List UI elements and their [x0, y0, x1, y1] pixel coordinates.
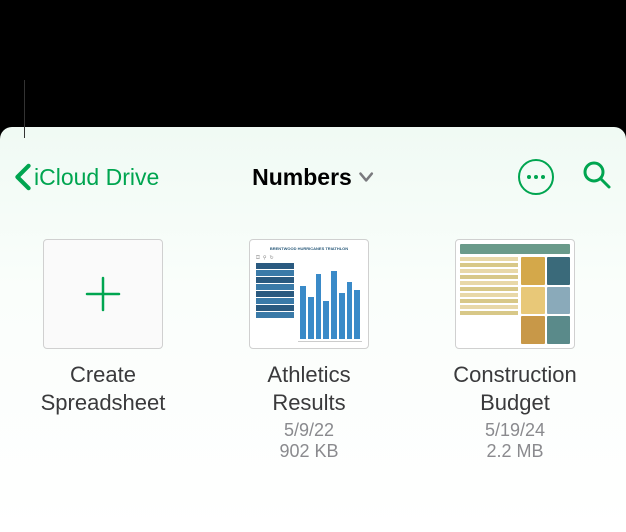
document-thumbnail[interactable]	[455, 239, 575, 349]
item-date: 5/9/22	[284, 420, 334, 441]
documents-grid: Create Spreadsheet BRENTWOOD HURRICANES …	[0, 199, 626, 462]
back-button[interactable]: iCloud Drive	[14, 163, 159, 191]
item-label: Construction Budget	[440, 361, 590, 416]
search-icon	[582, 160, 612, 190]
callout-line	[24, 80, 25, 138]
more-button[interactable]	[518, 159, 554, 195]
back-label: iCloud Drive	[34, 164, 159, 191]
document-item[interactable]: Construction Budget 5/19/24 2.2 MB	[440, 239, 590, 462]
plus-icon	[81, 272, 125, 316]
item-size: 2.2 MB	[486, 441, 543, 462]
search-button[interactable]	[582, 160, 612, 195]
create-spreadsheet-item[interactable]: Create Spreadsheet	[28, 239, 178, 462]
item-label: Create Spreadsheet	[28, 361, 178, 416]
file-browser: iCloud Drive Numbers	[0, 127, 626, 532]
chevron-left-icon	[14, 163, 32, 191]
folder-title: Numbers	[252, 164, 352, 191]
create-spreadsheet-thumbnail[interactable]	[43, 239, 163, 349]
navigation-bar: iCloud Drive Numbers	[0, 155, 626, 199]
chevron-down-icon	[358, 171, 374, 183]
document-item[interactable]: BRENTWOOD HURRICANES TRIATHLON ⛋⚲↻	[234, 239, 384, 462]
spreadsheet-preview-icon: BRENTWOOD HURRICANES TRIATHLON ⛋⚲↻	[250, 240, 368, 348]
document-thumbnail[interactable]: BRENTWOOD HURRICANES TRIATHLON ⛋⚲↻	[249, 239, 369, 349]
ellipsis-icon	[527, 175, 531, 179]
item-label: Athletics Results	[234, 361, 384, 416]
folder-title-dropdown[interactable]: Numbers	[252, 164, 374, 191]
spreadsheet-preview-icon	[456, 240, 574, 348]
item-size: 902 KB	[279, 441, 338, 462]
item-date: 5/19/24	[485, 420, 545, 441]
